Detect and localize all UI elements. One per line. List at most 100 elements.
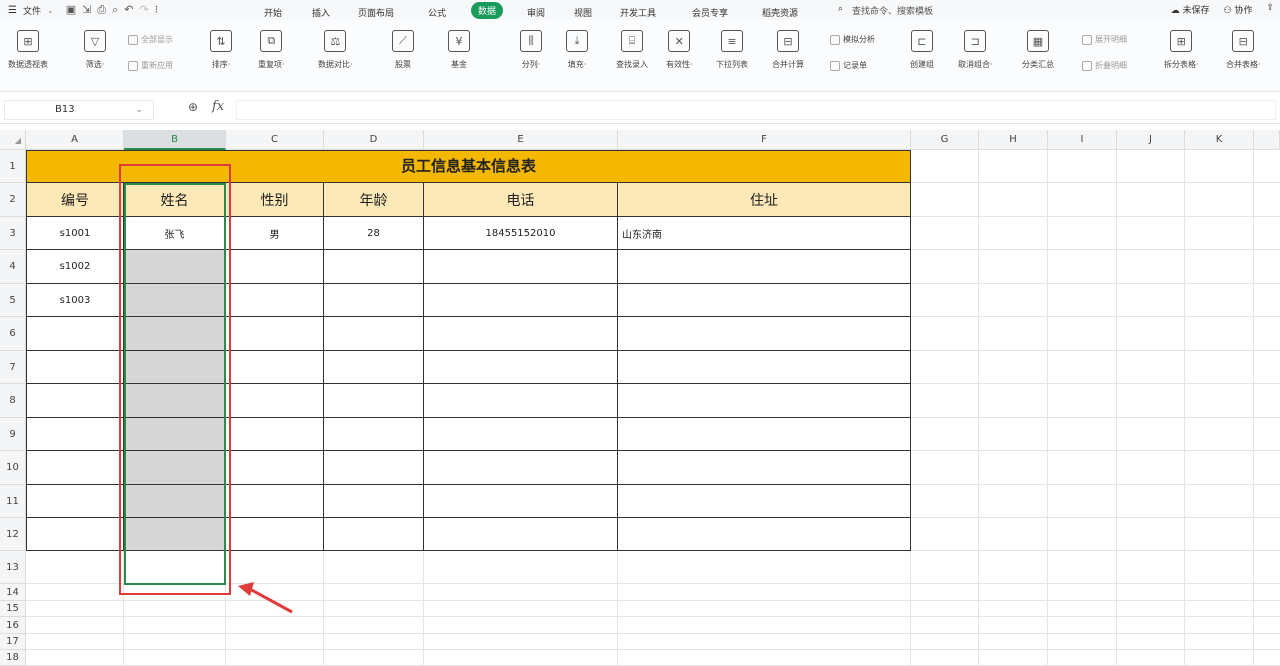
table-cell[interactable] — [424, 284, 618, 317]
column-header-K[interactable]: K — [1185, 130, 1254, 150]
print-icon[interactable]: ⎙ — [97, 3, 106, 17]
table-cell[interactable] — [424, 485, 618, 518]
ribbon-button-8[interactable]: ⤓ 填充· — [566, 30, 588, 70]
table-cell[interactable] — [124, 451, 226, 485]
tab-5[interactable]: 审阅 — [527, 4, 545, 21]
row-header-18[interactable]: 18 — [0, 650, 26, 666]
chevron-down-icon[interactable]: ⌄ — [135, 101, 143, 119]
table-cell[interactable]: 张飞 — [124, 217, 226, 250]
row-header-7[interactable]: 7 — [0, 351, 26, 384]
table-cell[interactable] — [424, 384, 618, 418]
table-cell[interactable] — [26, 384, 124, 418]
row-header-17[interactable]: 17 — [0, 634, 26, 650]
function-icon[interactable]: fx — [212, 99, 224, 114]
row-header-16[interactable]: 16 — [0, 617, 26, 634]
collaborate-button[interactable]: ⚇ 协作 — [1224, 3, 1253, 16]
ribbon-button-17[interactable]: ⊟ 合并表格· — [1226, 30, 1261, 70]
table-cell[interactable] — [226, 518, 324, 551]
table-cell[interactable] — [618, 485, 911, 518]
table-cell[interactable] — [26, 418, 124, 451]
tab-8[interactable]: 会员专享 — [692, 4, 728, 21]
row-header-8[interactable]: 8 — [0, 384, 26, 418]
table-cell[interactable] — [424, 317, 618, 351]
table-cell[interactable] — [124, 418, 226, 451]
select-all-corner[interactable]: ◢ — [0, 130, 26, 150]
ribbon-button-6[interactable]: ¥ 基金 — [448, 30, 470, 70]
table-cell[interactable] — [424, 250, 618, 284]
ribbon-button-7[interactable]: ⫼ 分列· — [520, 30, 542, 70]
ribbon-button-9[interactable]: ⌸ 查找录入 — [616, 30, 648, 70]
row-header-9[interactable]: 9 — [0, 418, 26, 451]
whatif-button[interactable]: 模拟分析 — [830, 34, 875, 45]
table-cell[interactable] — [26, 518, 124, 551]
table-cell[interactable] — [26, 485, 124, 518]
formula-input[interactable] — [236, 100, 1276, 120]
table-cell[interactable] — [226, 418, 324, 451]
zoom-icon[interactable]: ⊕ — [188, 100, 198, 114]
table-cell[interactable]: 山东济南 — [618, 217, 911, 250]
table-cell[interactable] — [226, 451, 324, 485]
table-cell[interactable] — [226, 384, 324, 418]
column-title-cell[interactable]: 住址 — [618, 183, 911, 217]
table-cell[interactable] — [618, 284, 911, 317]
table-cell[interactable] — [424, 451, 618, 485]
table-cell[interactable] — [424, 351, 618, 384]
tab-3[interactable]: 公式 — [428, 4, 446, 21]
ribbon-button-10[interactable]: ✕ 有效性· — [666, 30, 693, 70]
row-header-15[interactable]: 15 — [0, 601, 26, 617]
table-cell[interactable] — [124, 317, 226, 351]
row-header-3[interactable]: 3 — [0, 217, 26, 250]
table-cell[interactable] — [124, 351, 226, 384]
table-cell[interactable] — [324, 250, 424, 284]
column-header-D[interactable]: D — [324, 130, 424, 150]
column-header-C[interactable]: C — [226, 130, 324, 150]
column-title-cell[interactable]: 编号 — [26, 183, 124, 217]
table-cell[interactable] — [424, 418, 618, 451]
column-header-B[interactable]: B — [124, 130, 226, 150]
undo-icon[interactable]: ↶ — [124, 3, 133, 17]
column-title-cell[interactable]: 电话 — [424, 183, 618, 217]
column-title-cell[interactable]: 年龄 — [324, 183, 424, 217]
row-header-6[interactable]: 6 — [0, 317, 26, 351]
ribbon-button-2[interactable]: ⇅ 排序· — [210, 30, 232, 70]
table-cell[interactable] — [324, 418, 424, 451]
ribbon-button-4[interactable]: ⚖ 数据对比· — [318, 30, 353, 70]
ribbon-button-5[interactable]: ⟋ 股票 — [392, 30, 414, 70]
ribbon-button-13[interactable]: ⊏ 创建组 — [910, 30, 934, 70]
table-cell[interactable] — [618, 351, 911, 384]
name-box[interactable]: B13 ⌄ — [4, 100, 154, 120]
table-cell[interactable] — [226, 485, 324, 518]
table-cell[interactable] — [618, 451, 911, 485]
ribbon-button-3[interactable]: ⧉ 重复项· — [258, 30, 285, 70]
collapse-detail-button[interactable]: 折叠明细 — [1082, 60, 1127, 71]
tab-6[interactable]: 视图 — [574, 4, 592, 21]
table-cell[interactable]: 18455152010 — [424, 217, 618, 250]
row-header-13[interactable]: 13 — [0, 551, 26, 584]
expand-detail-button[interactable]: 展开明细 — [1082, 34, 1127, 45]
sheet-title[interactable]: 员工信息基本信息表 — [26, 150, 911, 183]
table-cell[interactable] — [618, 384, 911, 418]
ribbon-button-15[interactable]: ▦ 分类汇总 — [1022, 30, 1054, 70]
table-cell[interactable] — [324, 384, 424, 418]
table-cell[interactable] — [618, 317, 911, 351]
show-all-button[interactable]: 全部显示 — [128, 34, 173, 45]
save-icon[interactable]: ▣ — [66, 3, 76, 17]
column-title-cell[interactable]: 姓名 — [124, 183, 226, 217]
row-header-11[interactable]: 11 — [0, 485, 26, 518]
table-cell[interactable]: s1001 — [26, 217, 124, 250]
table-cell[interactable] — [324, 284, 424, 317]
tab-4[interactable]: 数据 — [471, 2, 504, 19]
row-header-1[interactable]: 1 — [0, 150, 26, 183]
table-cell[interactable] — [324, 451, 424, 485]
table-cell[interactable] — [324, 518, 424, 551]
table-cell[interactable] — [226, 284, 324, 317]
table-cell[interactable]: 男 — [226, 217, 324, 250]
column-title-cell[interactable]: 性别 — [226, 183, 324, 217]
ribbon-button-16[interactable]: ⊞ 拆分表格· — [1164, 30, 1199, 70]
ribbon-button-11[interactable]: ≡ 下拉列表 — [716, 30, 748, 70]
ribbon-button-12[interactable]: ⊟ 合并计算 — [772, 30, 804, 70]
table-cell[interactable] — [324, 317, 424, 351]
ribbon-button-1[interactable]: ▽ 筛选· — [84, 30, 106, 70]
table-cell[interactable]: 28 — [324, 217, 424, 250]
column-header-J[interactable]: J — [1117, 130, 1185, 150]
